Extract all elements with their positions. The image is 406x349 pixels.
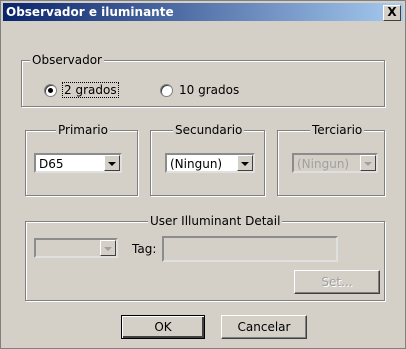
secondary-legend: Secundario [173, 123, 245, 137]
secondary-select-value: (Ningun) [170, 157, 223, 171]
set-button[interactable]: Set... [294, 270, 380, 294]
tag-input[interactable] [162, 236, 338, 262]
secondary-select[interactable]: (Ningun) [165, 153, 255, 173]
dialog-window: Observador e iluminante X Observador 2 g… [0, 0, 406, 349]
chevron-down-icon [100, 240, 116, 256]
cancel-button[interactable]: Cancelar [221, 315, 307, 339]
close-button[interactable]: X [383, 5, 401, 21]
close-icon: X [387, 5, 397, 19]
user-illuminant-legend: User Illuminant Detail [148, 214, 283, 228]
chevron-down-icon [360, 155, 376, 171]
user-illuminant-select [34, 238, 118, 258]
set-button-label: Set... [321, 275, 353, 289]
primary-select-value: D65 [39, 157, 64, 171]
chevron-down-icon[interactable] [104, 155, 120, 171]
tertiary-legend: Terciario [310, 123, 365, 137]
chevron-down-icon[interactable] [237, 155, 253, 171]
cancel-button-label: Cancelar [237, 320, 291, 334]
title-bar: Observador e iluminante X [3, 3, 403, 21]
radio-selected-icon [44, 83, 57, 97]
tertiary-select-value: (Ningun) [297, 157, 350, 171]
tertiary-group: Terciario (Ningun) [277, 123, 385, 196]
ok-button-label: OK [154, 320, 172, 334]
radio-unselected-icon [160, 83, 173, 97]
tertiary-select: (Ningun) [292, 153, 378, 173]
radio-10-grados-label: 10 grados [179, 83, 240, 97]
primary-select[interactable]: D65 [34, 153, 122, 173]
radio-2-grados-label: 2 grados [62, 82, 119, 98]
tag-label: Tag: [132, 242, 157, 256]
ok-button[interactable]: OK [121, 315, 205, 339]
primary-legend: Primario [56, 123, 110, 137]
user-illuminant-group: User Illuminant Detail Tag: Set... [25, 214, 385, 301]
primary-group: Primario D65 [25, 123, 138, 196]
observer-legend: Observador [30, 53, 104, 67]
secondary-group: Secundario (Ningun) [150, 123, 265, 196]
radio-10-grados[interactable]: 10 grados [160, 83, 239, 97]
window-title: Observador e iluminante [6, 5, 174, 19]
observer-group: Observador 2 grados 10 grados [21, 53, 385, 107]
radio-2-grados[interactable]: 2 grados [44, 82, 119, 98]
